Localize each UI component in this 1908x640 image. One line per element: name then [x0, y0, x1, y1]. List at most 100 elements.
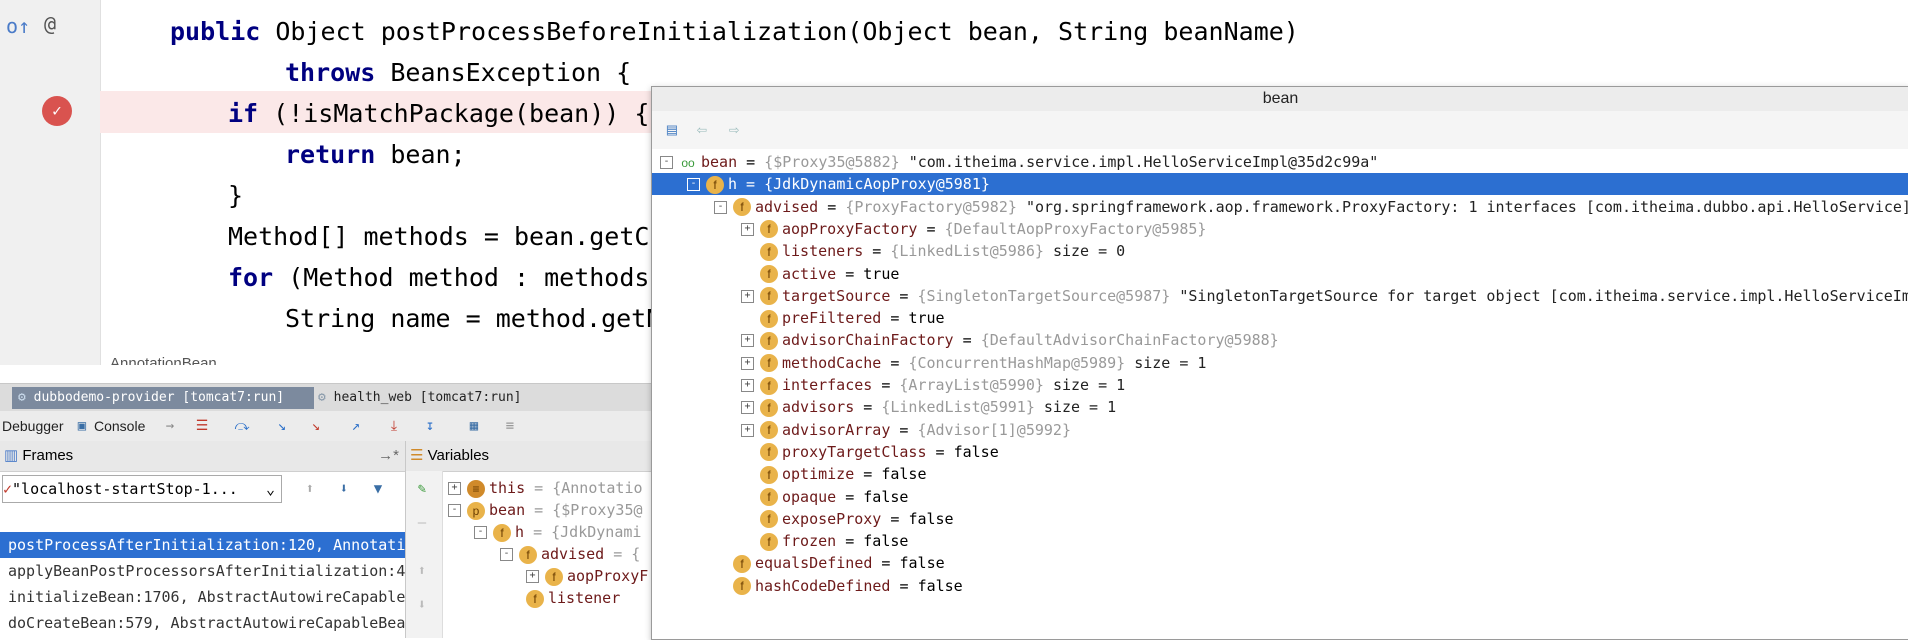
folder-icon[interactable]: ▤	[660, 119, 684, 141]
tree-row[interactable]: + f targetSource = {SingletonTargetSource@…	[652, 285, 1908, 307]
field-icon: f	[760, 220, 778, 239]
arrow-down-icon[interactable]: ⬇	[412, 595, 432, 615]
equals-sign: =	[818, 197, 846, 216]
frame-row[interactable]: doCreateBean:579, AbstractAutowireCapabl…	[0, 610, 405, 636]
force-step-into-icon[interactable]: ↘	[306, 416, 326, 436]
tree-row[interactable]: f frozen = false	[652, 530, 1908, 552]
override-icon[interactable]: o↑	[6, 14, 30, 38]
tree-row[interactable]: -fh = {JdkDynamicAopProxy@5981}	[652, 173, 1908, 196]
field-value: false	[953, 442, 999, 461]
field-name: advisorChainFactory	[782, 331, 954, 350]
filter-icon[interactable]: ▼	[368, 479, 388, 499]
collapse-icon[interactable]: -	[714, 200, 727, 214]
variable-row[interactable]: + f aopProxyF	[526, 565, 648, 587]
tab-debugger[interactable]: Debugger	[2, 415, 66, 437]
annotation-icon[interactable]: @	[44, 12, 56, 36]
equals-sign: =	[737, 153, 765, 171]
field-name: advised	[755, 197, 819, 216]
equals-sign: =	[953, 331, 981, 350]
tree-row[interactable]: + f interfaces = {ArrayList@5990} size = 1	[652, 374, 1908, 396]
thread-select[interactable]: ✓"localhost-startStop-1... ⌄	[2, 475, 282, 503]
tree-row[interactable]: - oo bean = {$Proxy35@5882} "com.itheima.s…	[652, 151, 1908, 173]
expand-icon[interactable]: +	[448, 482, 461, 495]
forward-icon[interactable]: ⇨	[722, 119, 746, 141]
step-over-icon[interactable]: ⤼	[232, 416, 252, 436]
tree-row[interactable]: f preFiltered = true	[652, 307, 1908, 329]
expand-icon[interactable]: +	[741, 334, 754, 348]
run-tabs-bar: ⚙ dubbodemo-provider [tomcat7:run] ⚙ hea…	[0, 383, 660, 412]
collapse-icon[interactable]: -	[687, 178, 700, 192]
minus-icon[interactable]: —	[412, 513, 432, 533]
pin-icon[interactable]: →*	[378, 441, 399, 471]
variable-row[interactable]: - p bean = {$Proxy35@	[448, 499, 643, 521]
equals-sign: =	[881, 509, 909, 528]
equals-sign: =	[863, 242, 891, 261]
editor-gutter[interactable]: o↑ @ ✓	[0, 0, 101, 365]
expand-icon[interactable]: +	[741, 379, 754, 392]
tree-row[interactable]: f opaque = false	[652, 486, 1908, 508]
field-type: {DefaultAopProxyFactory@5985}	[944, 219, 1207, 238]
back-icon[interactable]: ⇦	[690, 119, 714, 141]
field-type: {ConcurrentHashMap@5989}	[908, 353, 1135, 372]
field-icon: f	[760, 265, 778, 283]
arrow-up-icon[interactable]: ⬆	[300, 479, 320, 499]
tree-row[interactable]: + f methodCache = {ConcurrentHashMap@5989}…	[652, 352, 1908, 374]
field-icon: f	[760, 488, 778, 506]
collapse-icon[interactable]: -	[660, 156, 673, 169]
tree-row[interactable]: f equalsDefined = false	[652, 552, 1908, 574]
arrow-up-icon[interactable]: ⬆	[412, 561, 432, 581]
variable-row[interactable]: f listener	[526, 587, 620, 609]
field-name: interfaces	[782, 376, 873, 394]
step-out-icon[interactable]: ↗	[346, 416, 366, 436]
tree-row[interactable]: + f aopProxyFactory = {DefaultAopProxyFact…	[652, 218, 1908, 240]
variable-row[interactable]: + ≡ this = {Annotatio	[448, 477, 643, 499]
frame-row[interactable]: postProcessAfterInitialization:120, Anno…	[0, 532, 405, 558]
equals-sign: =	[836, 532, 864, 551]
expand-icon[interactable]: +	[526, 570, 539, 583]
expand-icon[interactable]: +	[741, 401, 754, 415]
tree-row[interactable]: f proxyTargetClass = false	[652, 441, 1908, 463]
variable-row[interactable]: - f advised = {	[500, 543, 640, 565]
tree-row[interactable]: + f advisorArray = {Advisor[1]@5992}	[652, 419, 1908, 441]
evaluate-expression-icon[interactable]: ▦	[464, 416, 484, 436]
tree-row[interactable]: + f advisorChainFactory = {DefaultAdvisorC…	[652, 329, 1908, 351]
pin-icon[interactable]: →	[160, 416, 180, 436]
tree-row[interactable]: + f advisors = {LinkedList@5991} size = 1	[652, 396, 1908, 418]
tree-row[interactable]: f optimize = false	[652, 463, 1908, 485]
expand-icon[interactable]: +	[741, 222, 754, 236]
tree-row[interactable]: f listeners = {LinkedList@5986} size = 0	[652, 240, 1908, 262]
variable-row[interactable]: -fh = {JdkDynami	[474, 521, 641, 543]
code-text: Method[] methods = bean.getCl	[228, 222, 665, 251]
tree-row[interactable]: f active = true	[652, 263, 1908, 285]
code-text: bean;	[390, 140, 466, 169]
run-tab-dubbodemo[interactable]: ⚙ dubbodemo-provider [tomcat7:run]	[12, 387, 314, 409]
field-icon: f	[760, 398, 778, 417]
expand-icon[interactable]: +	[741, 289, 754, 303]
frame-row[interactable]: applyBeanPostProcessorsAfterInitializati…	[0, 558, 405, 584]
code-text: String name = method.getN	[285, 304, 662, 333]
tree-row[interactable]: f hashCodeDefined = false	[652, 575, 1908, 597]
trace-icon[interactable]: ≡	[500, 416, 520, 436]
collapse-icon[interactable]: -	[500, 548, 513, 561]
show-execution-point-icon[interactable]: ☰	[192, 416, 212, 436]
tree-row[interactable]: f exposeProxy = false	[652, 508, 1908, 530]
watch-icon[interactable]: ✎	[412, 479, 432, 499]
drop-frame-icon[interactable]: ⤓	[384, 416, 404, 436]
variable-name: bean	[489, 501, 535, 519]
expand-icon[interactable]: +	[741, 356, 754, 370]
equals-sign: =	[872, 376, 900, 394]
run-to-cursor-icon[interactable]: ↧	[420, 416, 440, 436]
collapse-icon[interactable]: -	[474, 526, 487, 539]
tab-console[interactable]: Console	[94, 415, 145, 437]
evaluate-popup[interactable]: bean ▤ ⇦ ⇨ - oo bean = {$Proxy35@5882} "co…	[651, 86, 1908, 640]
breakpoint-icon[interactable]: ✓	[42, 96, 72, 126]
field-type: {ProxyFactory@5982}	[845, 197, 1026, 216]
arrow-down-icon[interactable]: ⬇	[334, 479, 354, 499]
tree-row[interactable]: - f advised = {ProxyFactory@5982} "org.spr…	[652, 196, 1908, 218]
frame-row[interactable]: initializeBean:1706, AbstractAutowireCap…	[0, 584, 405, 610]
expand-icon[interactable]: +	[741, 423, 754, 437]
collapse-icon[interactable]: -	[448, 504, 461, 517]
run-tab-health-web[interactable]: ⚙ health_web [tomcat7:run]	[312, 387, 564, 409]
equals-sign: =	[917, 219, 945, 238]
step-into-icon[interactable]: ↘	[272, 416, 292, 436]
